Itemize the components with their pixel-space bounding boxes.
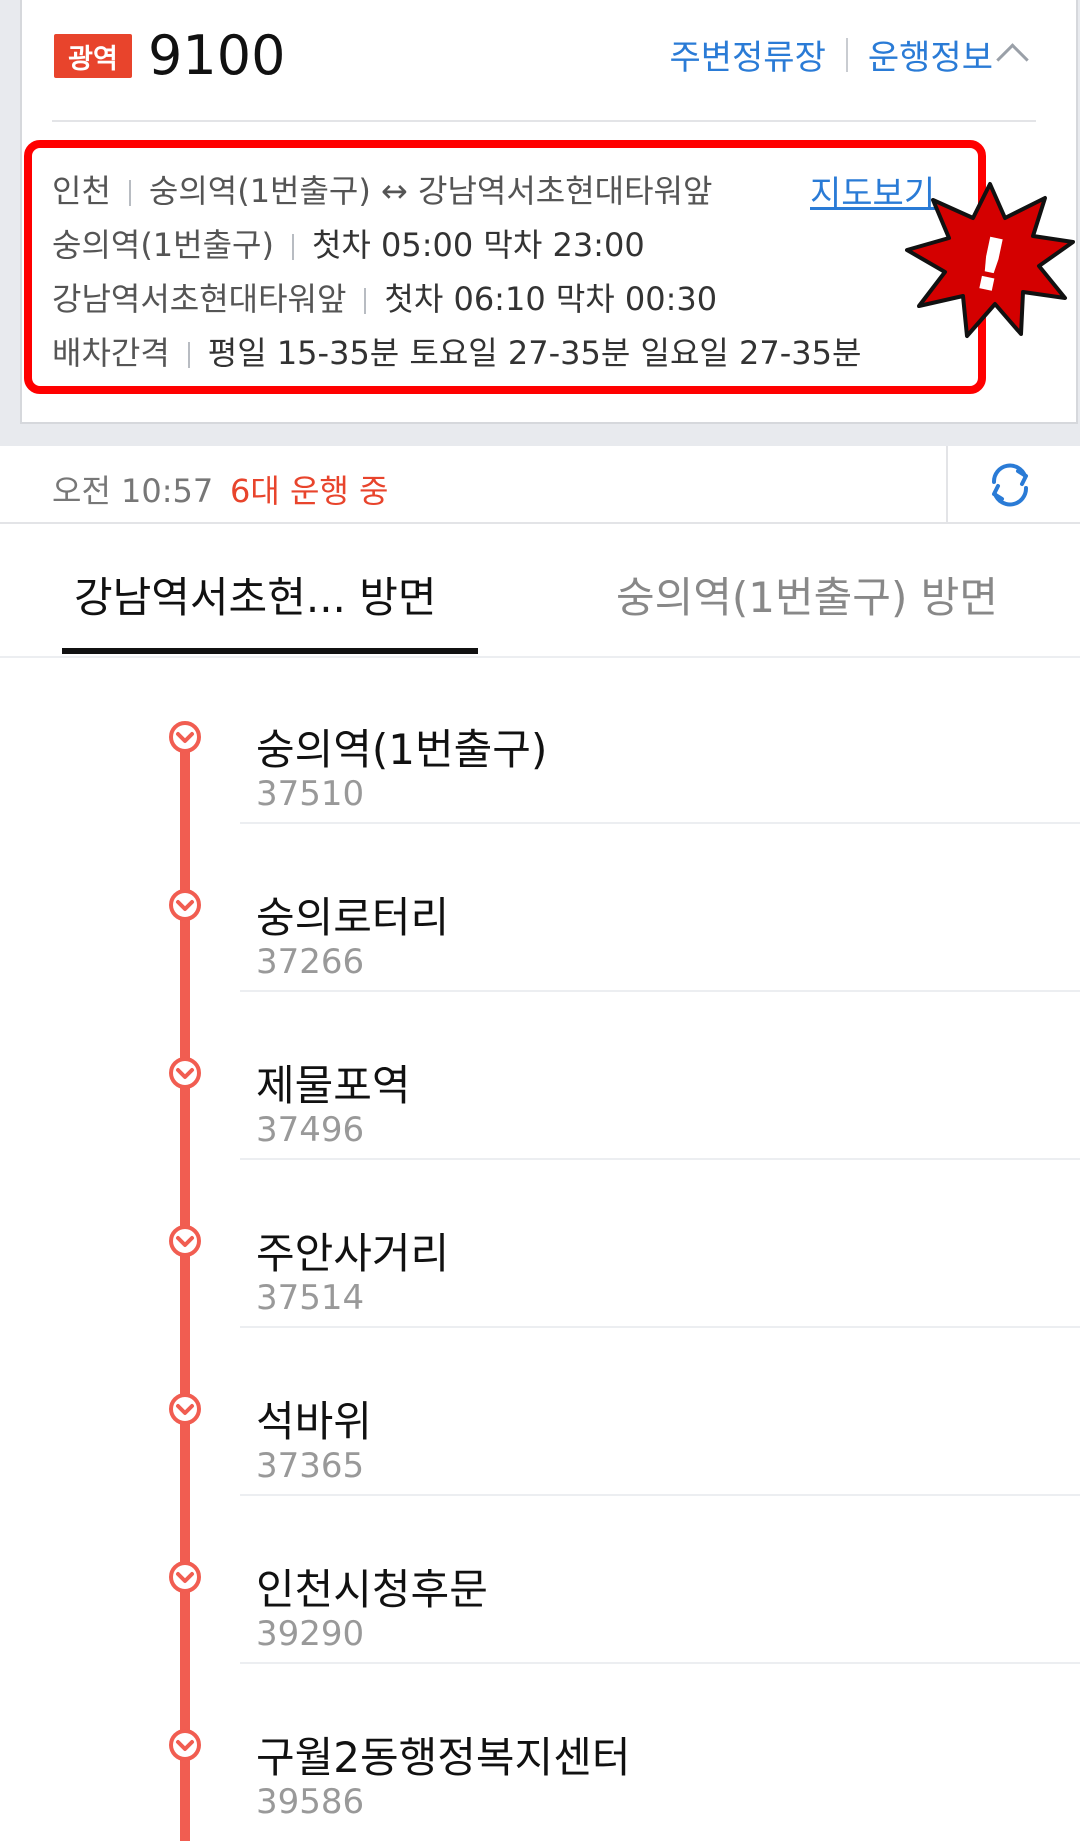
- stop-marker-icon: [169, 889, 201, 921]
- active-tab-underline: [62, 648, 478, 654]
- stop-name: 제물포역: [256, 1061, 411, 1110]
- stop-item[interactable]: 석바위 37365: [0, 1328, 1080, 1496]
- nearby-stops-link[interactable]: 주변정류장: [669, 30, 825, 79]
- schedule-line-2: 강남역서초현대타워앞 첫차 06:10 막차 00:30: [52, 274, 717, 320]
- interval-label: 배차간격: [52, 334, 170, 372]
- refresh-divider: [946, 446, 948, 524]
- schedule-times: 첫차 05:00 막차 23:00: [311, 226, 645, 264]
- schedule-line-1: 숭의역(1번출구) 첫차 05:00 막차 23:00: [52, 220, 645, 266]
- pipe-divider: [187, 342, 190, 368]
- stop-marker-icon: [169, 1057, 201, 1089]
- stop-name: 주안사거리: [256, 1229, 450, 1278]
- link-divider: [845, 37, 848, 72]
- stop-marker-icon: [169, 1729, 201, 1761]
- stop-marker-icon: [169, 1561, 201, 1593]
- route-endpoints: 숭의역(1번출구) ↔ 강남역서초현대타워앞: [148, 172, 713, 210]
- stop-item[interactable]: 주안사거리 37514: [0, 1160, 1080, 1328]
- stop-code: 37510: [256, 774, 365, 814]
- direction-tabs: 강남역서초현... 방면 숭의역(1번출구) 방면: [0, 524, 1080, 658]
- status-time: 오전 10:57: [52, 472, 214, 510]
- tab-sunguiyeok-direction[interactable]: 숭의역(1번출구) 방면: [616, 564, 998, 625]
- region-label: 인천: [52, 172, 111, 210]
- status-bar: 오전 10:57 6대 운행 중: [0, 446, 1080, 524]
- interval-line: 배차간격 평일 15-35분 토요일 27-35분 일요일 27-35분: [52, 328, 861, 374]
- pipe-divider: [364, 288, 367, 314]
- route-type-badge: 광역: [54, 34, 132, 78]
- stop-code: 37496: [256, 1110, 365, 1150]
- route-line-info: 인천 숭의역(1번출구) ↔ 강남역서초현대타워앞: [52, 166, 712, 212]
- header-divider: [52, 120, 1036, 122]
- stop-item[interactable]: 숭의로터리 37266: [0, 824, 1080, 992]
- stop-code: 37365: [256, 1446, 365, 1486]
- stop-item[interactable]: 숭의역(1번출구) 37510: [0, 656, 1080, 824]
- stop-name: 석바위: [256, 1397, 372, 1446]
- stop-code: 39290: [256, 1614, 365, 1654]
- stop-name: 인천시청후문: [256, 1565, 488, 1614]
- stop-item[interactable]: 제물포역 37496: [0, 992, 1080, 1160]
- interval-values: 평일 15-35분 토요일 27-35분 일요일 27-35분: [207, 334, 862, 372]
- top-links: 주변정류장 운행정보: [669, 30, 1029, 79]
- stop-item[interactable]: 구월2동행정복지센터 39586: [0, 1664, 1080, 1832]
- chevron-up-icon[interactable]: [996, 43, 1029, 76]
- tab-gangnam-direction[interactable]: 강남역서초현... 방면: [74, 564, 437, 625]
- schedule-stop: 숭의역(1번출구): [52, 226, 274, 264]
- stop-code: 37266: [256, 942, 365, 982]
- alert-burst-icon: !: [905, 182, 1075, 338]
- stop-code: 39586: [256, 1782, 365, 1822]
- stop-marker-icon: [169, 1393, 201, 1425]
- schedule-stop: 강남역서초현대타워앞: [52, 280, 347, 318]
- route-number: 9100: [148, 24, 286, 87]
- pipe-divider: [128, 180, 131, 206]
- stop-name: 구월2동행정복지센터: [256, 1733, 631, 1782]
- stop-name: 숭의역(1번출구): [256, 725, 548, 774]
- stop-marker-icon: [169, 721, 201, 753]
- stop-list: 숭의역(1번출구) 37510 숭의로터리 37266 제물포역 37496 주…: [0, 656, 1080, 1841]
- refresh-icon[interactable]: [985, 460, 1035, 510]
- running-count: 6대 운행 중: [230, 472, 389, 510]
- schedule-times: 첫차 06:10 막차 00:30: [384, 280, 718, 318]
- route-info-section: 광역 9100 주변정류장 운행정보 인천 숭의역(1번출구) ↔ 강남역서초현대…: [0, 0, 1080, 446]
- operation-info-link[interactable]: 운행정보: [868, 30, 993, 79]
- stop-name: 숭의로터리: [256, 893, 450, 942]
- stop-marker-icon: [169, 1225, 201, 1257]
- stop-code: 37514: [256, 1278, 365, 1318]
- stop-item[interactable]: 인천시청후문 39290: [0, 1496, 1080, 1664]
- pipe-divider: [291, 234, 294, 260]
